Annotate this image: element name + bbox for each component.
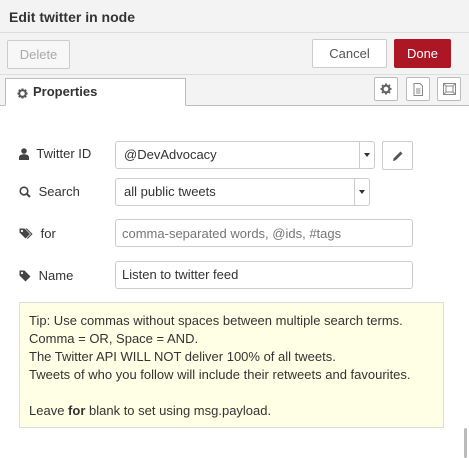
tip-line: Leave for blank to set using msg.payload… — [29, 403, 272, 418]
tab-description[interactable] — [406, 77, 430, 101]
gear-icon — [17, 86, 28, 104]
chevron-down-icon — [359, 142, 374, 168]
tag-icon — [19, 268, 39, 283]
scrollbar-track[interactable] — [462, 106, 469, 458]
tip-line: Tweets of who you follow will include th… — [29, 367, 411, 382]
tip-line: Tip: Use commas without spaces between m… — [29, 313, 403, 328]
tabs-row: Properties — [0, 75, 469, 106]
dialog-toolbar: Delete Cancel Done — [0, 33, 469, 75]
chevron-down-icon — [354, 179, 369, 205]
search-value: all public tweets — [124, 184, 216, 199]
tab-properties-label: Properties — [33, 84, 98, 99]
tip-bold-for: for — [68, 403, 86, 418]
tab-properties[interactable]: Properties — [5, 78, 186, 106]
search-select[interactable]: all public tweets — [115, 178, 370, 206]
search-label: Search — [19, 184, 80, 199]
twitter-id-value: @DevAdvocacy — [124, 147, 217, 162]
tip-line: Comma = OR, Space = AND. — [29, 331, 199, 346]
for-label: for — [19, 226, 56, 241]
tab-settings[interactable] — [374, 77, 398, 101]
name-label: Name — [19, 268, 73, 283]
tags-icon — [19, 226, 41, 241]
name-value: Listen to twitter feed — [122, 267, 239, 282]
cancel-button[interactable]: Cancel — [312, 39, 387, 68]
twitter-id-label: Twitter ID — [19, 146, 91, 161]
search-icon — [19, 184, 39, 199]
tip-line: The Twitter API WILL NOT deliver 100% of… — [29, 349, 336, 364]
done-button[interactable]: Done — [394, 39, 451, 68]
tab-appearance[interactable] — [437, 77, 461, 101]
user-icon — [19, 146, 36, 161]
edit-twitter-id-button[interactable] — [382, 141, 413, 170]
dialog-title-bar: Edit twitter in node — [0, 0, 469, 33]
delete-button[interactable]: Delete — [7, 40, 70, 69]
scrollbar-thumb[interactable] — [464, 428, 467, 458]
dialog-title: Edit twitter in node — [9, 9, 135, 25]
name-input[interactable]: Listen to twitter feed — [115, 261, 413, 289]
tip-box: Tip: Use commas without spaces between m… — [19, 302, 444, 428]
twitter-id-select[interactable]: @DevAdvocacy — [115, 141, 375, 169]
for-input[interactable] — [115, 219, 413, 247]
